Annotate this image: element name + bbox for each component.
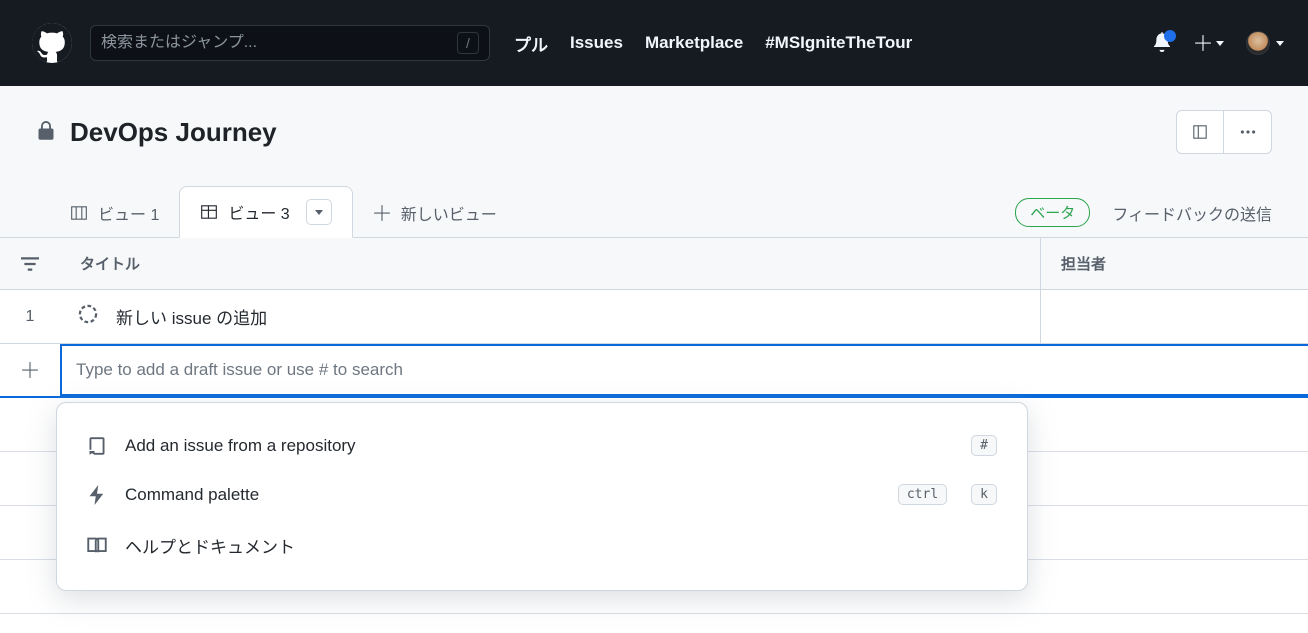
board-icon	[70, 204, 88, 222]
row-assignee-cell[interactable]	[1040, 290, 1308, 343]
create-new-dropdown[interactable]	[1194, 34, 1224, 52]
user-menu[interactable]	[1246, 31, 1284, 55]
nav-pull[interactable]: プル	[514, 31, 548, 56]
beta-badge: ベータ	[1015, 198, 1090, 227]
send-feedback-link[interactable]: フィードバックの送信	[1112, 201, 1272, 225]
caret-down-icon	[1216, 41, 1224, 46]
project-title: DevOps Journey	[70, 117, 277, 148]
tab-options-dropdown[interactable]	[306, 199, 332, 225]
shortcut-key: #	[971, 435, 997, 456]
filter-button[interactable]	[0, 257, 60, 271]
tab-label: ビュー 1	[98, 201, 159, 225]
caret-down-icon	[1276, 41, 1284, 46]
add-item-row	[0, 344, 1308, 398]
add-item-suggestions-menu: Add an issue from a repository # Command…	[56, 402, 1028, 591]
notification-dot-icon	[1164, 30, 1176, 42]
table-icon	[200, 203, 218, 221]
row-title: 新しい issue の追加	[116, 304, 267, 329]
column-header-assignee[interactable]: 担当者	[1040, 238, 1308, 289]
slash-shortcut-icon: /	[457, 32, 479, 54]
plus-icon	[373, 204, 391, 222]
global-search[interactable]: /	[90, 25, 490, 61]
menu-item-add-from-repo[interactable]: Add an issue from a repository #	[57, 421, 1027, 470]
tab-view-3[interactable]: ビュー 3	[179, 186, 352, 238]
tab-view-1[interactable]: ビュー 1	[50, 189, 179, 237]
header-actions	[1152, 31, 1284, 55]
global-header: / プル Issues Marketplace #MSIgniteTheTour	[0, 0, 1308, 86]
zap-icon	[87, 485, 107, 505]
nav-marketplace[interactable]: Marketplace	[645, 33, 743, 53]
new-view-button[interactable]: 新しいビュー	[353, 189, 517, 237]
add-item-plus-icon	[0, 361, 60, 379]
menu-item-label: Add an issue from a repository	[125, 436, 356, 456]
repo-icon	[87, 436, 107, 456]
search-input[interactable]	[101, 34, 457, 52]
draft-issue-icon	[78, 304, 98, 329]
book-icon	[87, 536, 107, 556]
lock-icon	[36, 120, 56, 145]
menu-item-label: ヘルプとドキュメント	[125, 533, 295, 558]
add-item-input[interactable]	[76, 360, 1308, 380]
more-options-button[interactable]	[1224, 110, 1272, 154]
shortcut-key: ctrl	[898, 484, 947, 505]
github-logo[interactable]	[32, 23, 72, 63]
new-view-label: 新しいビュー	[401, 201, 497, 225]
nav-hashtag[interactable]: #MSIgniteTheTour	[765, 33, 912, 53]
menu-item-command-palette[interactable]: Command palette ctrl k	[57, 470, 1027, 519]
avatar	[1246, 31, 1270, 55]
project-header: DevOps Journey	[0, 86, 1308, 166]
table-row[interactable]: 1 新しい issue の追加	[0, 290, 1308, 344]
nav-issues[interactable]: Issues	[570, 33, 623, 53]
tab-label: ビュー 3	[228, 200, 289, 224]
menu-item-label: Command palette	[125, 485, 259, 505]
panel-toggle-button[interactable]	[1176, 110, 1224, 154]
row-number: 1	[0, 308, 60, 326]
menu-item-help-docs[interactable]: ヘルプとドキュメント	[57, 519, 1027, 572]
shortcut-key: k	[971, 484, 997, 505]
column-header-title[interactable]: タイトル	[60, 253, 1040, 274]
global-nav: プル Issues Marketplace #MSIgniteTheTour	[514, 31, 912, 56]
table-column-headers: タイトル 担当者	[0, 238, 1308, 290]
view-tabs: ビュー 1 ビュー 3 新しいビュー ベータ フィードバックの送信	[0, 166, 1308, 238]
notifications-button[interactable]	[1152, 32, 1172, 55]
